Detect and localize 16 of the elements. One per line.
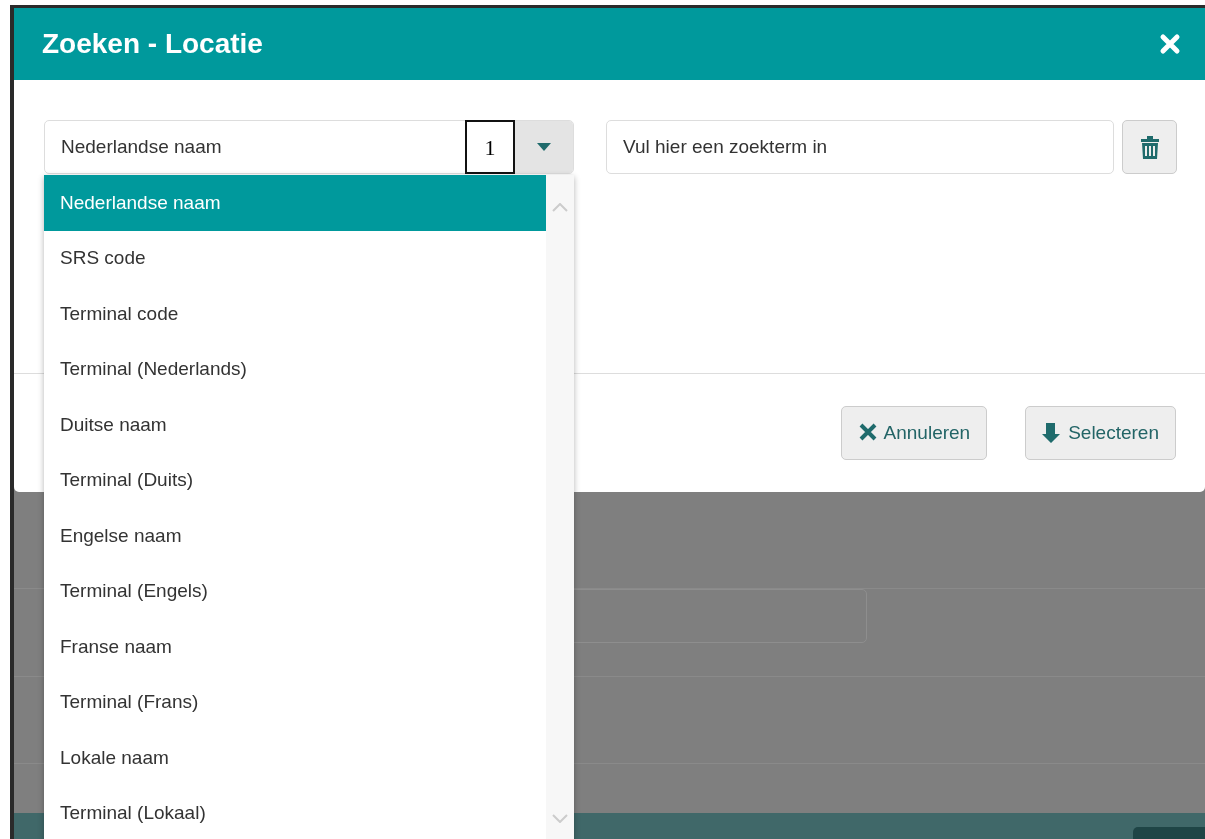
cancel-button[interactable]: Annuleren [840,406,988,460]
scrollbar[interactable] [546,175,574,839]
delete-button[interactable] [1122,120,1177,174]
scroll-up-icon[interactable] [552,203,568,212]
select-button[interactable]: Selecteren [1025,406,1176,460]
select-value: Nederlandse naam [61,134,223,159]
close-button[interactable] [1159,33,1181,55]
trash-icon [1139,135,1160,159]
dropdown-toggle[interactable] [515,121,573,173]
down-arrow-icon [1042,422,1063,444]
field-select[interactable]: Nederlandse naam 1 [44,120,574,174]
number-label: 1 [465,120,515,174]
close-icon [1159,33,1181,55]
dialog-title: Zoeken - Locatie [42,27,263,61]
scroll-down-icon[interactable] [552,814,568,823]
search-field[interactable]: Vul hier een zoekterm in [606,120,1114,174]
